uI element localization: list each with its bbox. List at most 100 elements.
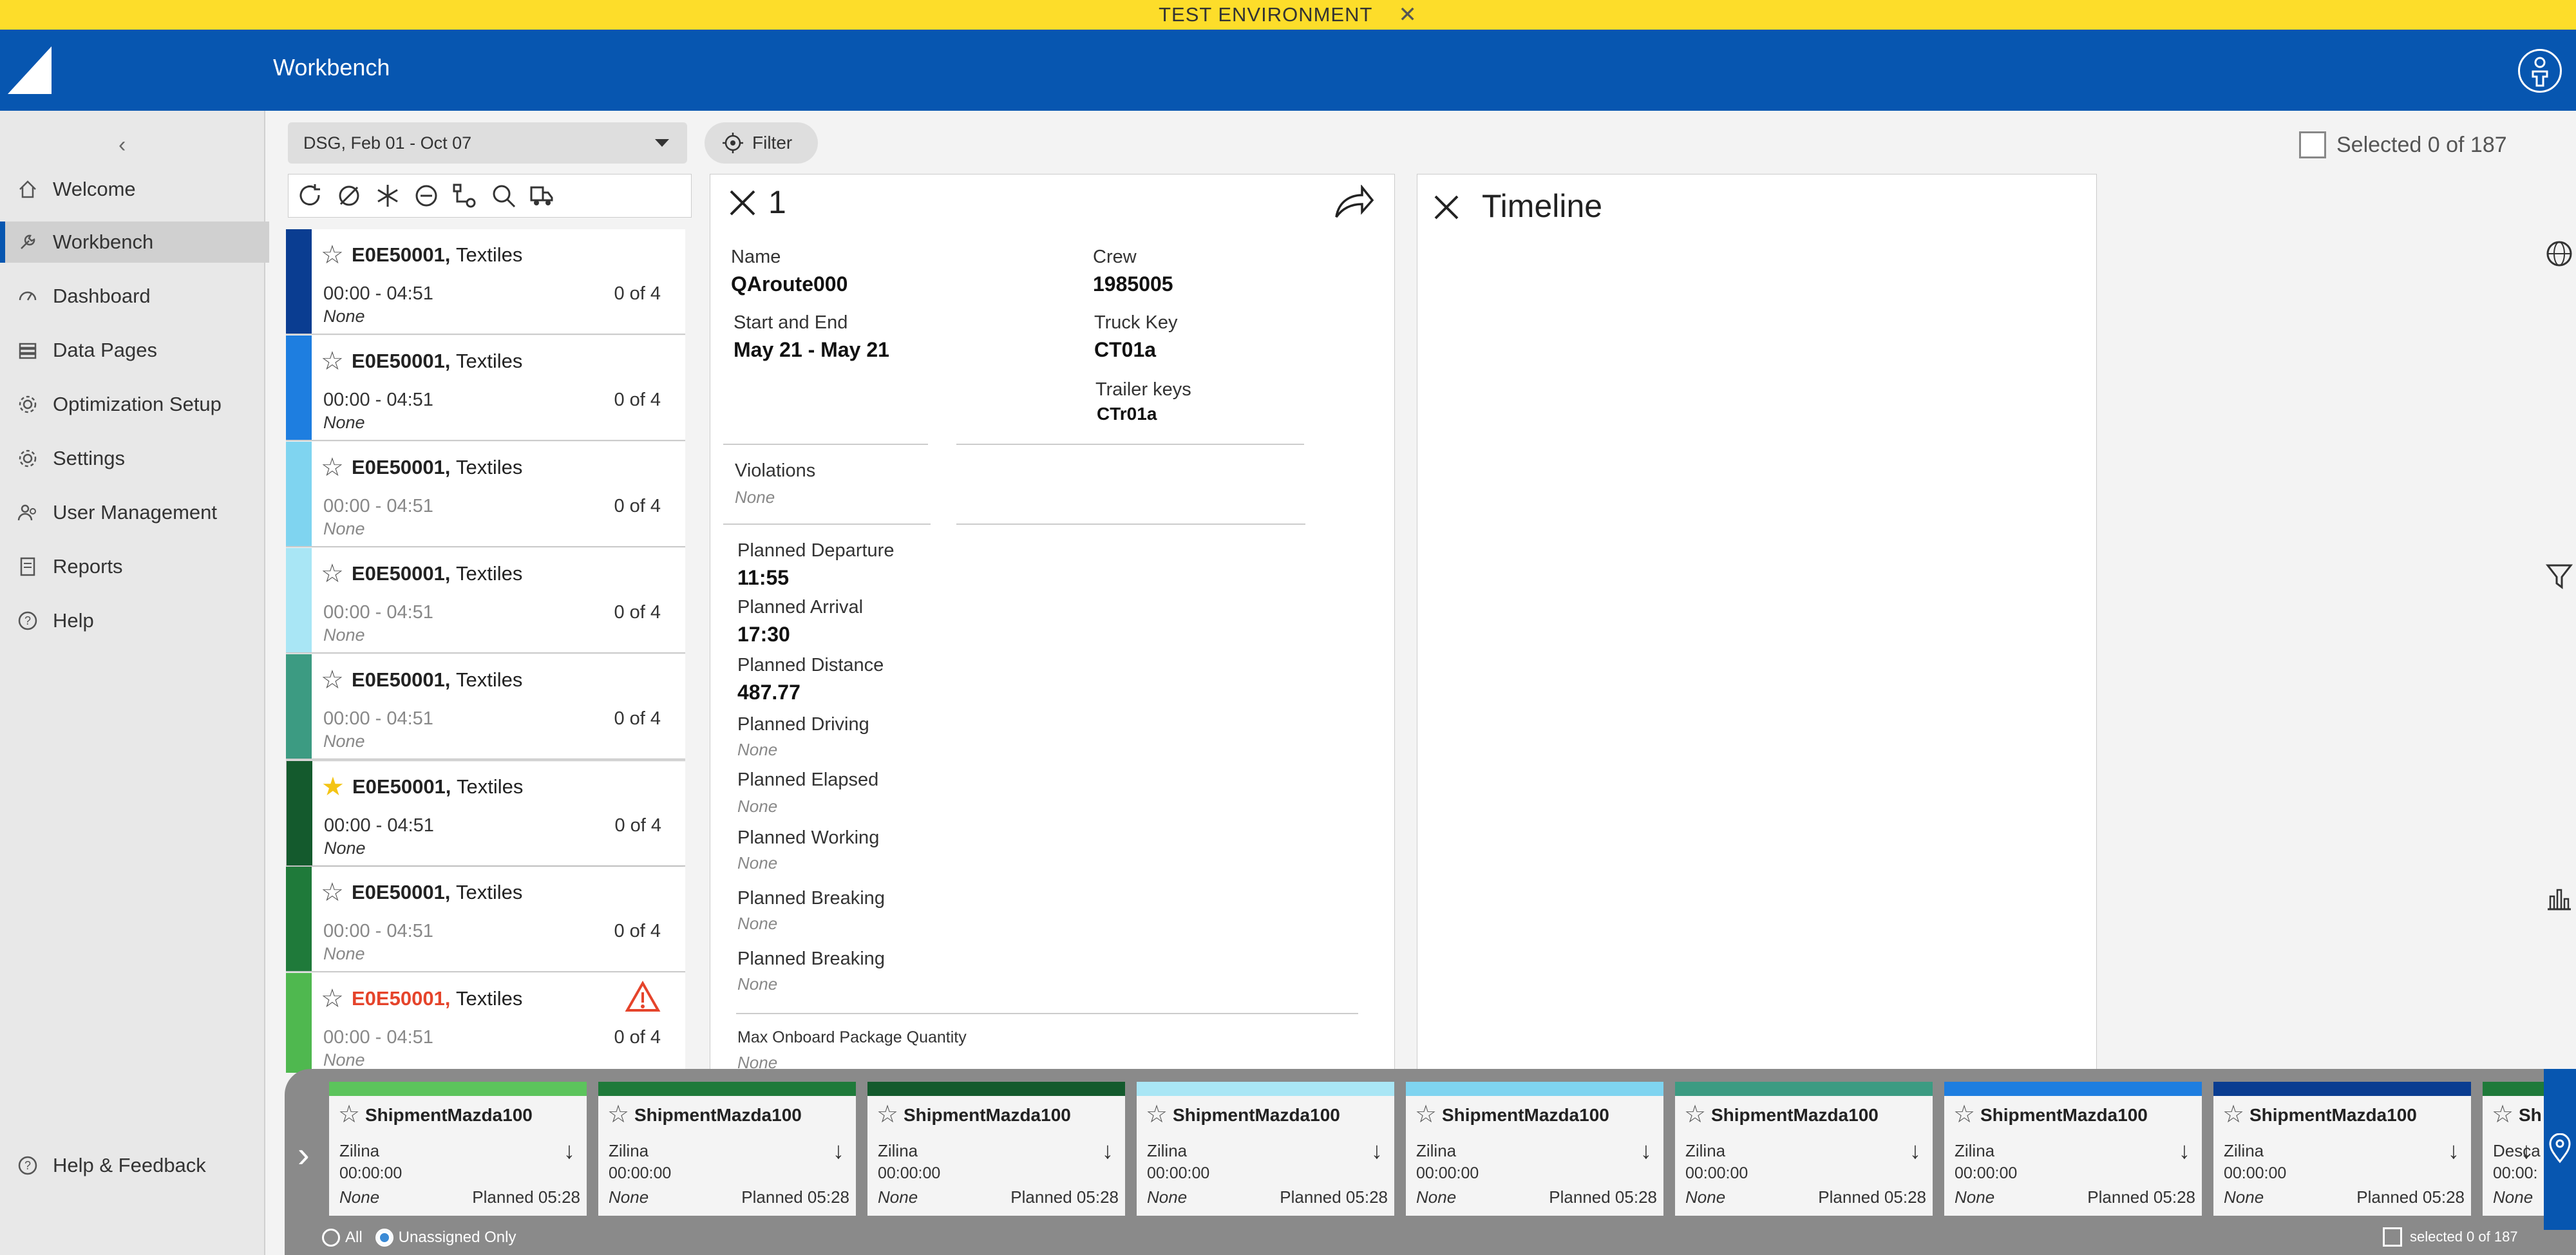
shipment-card[interactable]: ☆ ShipmentMazda100 Zilina ↓ 00:00:00 None Plan… (867, 1082, 1125, 1216)
arrow-down-icon[interactable]: ↓ (2179, 1137, 2190, 1164)
sidebar-item-settings[interactable]: Settings (0, 438, 264, 479)
arrow-down-icon[interactable]: ↓ (564, 1137, 575, 1164)
truck-key-label: Truck Key (1094, 312, 1178, 333)
sidebar-item-workbench[interactable]: Workbench (0, 222, 269, 263)
shipment-color-bar (2483, 1082, 2544, 1096)
star-icon[interactable]: ☆ (321, 348, 344, 374)
route-count: 0 of 4 (614, 602, 661, 623)
shipment-time: 00:00:00 (2224, 1164, 2287, 1182)
sidebar-item-optimization-setup[interactable]: Optimization Setup (0, 384, 264, 425)
select-all-checkbox[interactable] (2299, 131, 2326, 158)
gear-icon (15, 392, 40, 417)
unassigned-only-radio[interactable] (375, 1229, 393, 1247)
arrow-down-icon[interactable]: ↓ (1371, 1137, 1383, 1164)
shipment-card[interactable]: ☆ ShipmentMazda100 Zilina ↓ 00:00:00 None Plan… (1406, 1082, 1663, 1216)
sidebar-item-label: Welcome (53, 178, 136, 200)
star-icon[interactable]: ☆ (338, 1100, 360, 1129)
location-pin-icon[interactable] (2546, 1133, 2573, 1164)
shipment-planned: Planned 05:28 (1549, 1187, 1657, 1207)
star-icon[interactable]: ☆ (607, 1100, 629, 1129)
bar-chart-icon[interactable] (2545, 883, 2573, 912)
planned-distance-value: 487.77 (737, 681, 800, 704)
arrow-down-icon[interactable]: ↓ (1909, 1137, 1921, 1164)
sidebar-item-help[interactable]: ? Help (0, 600, 264, 641)
filter-button[interactable]: Filter (705, 122, 818, 164)
close-banner-icon[interactable]: ✕ (1398, 2, 1417, 28)
test-environment-banner: TEST ENVIRONMENT ✕ (0, 0, 2576, 30)
sidebar-item-help-feedback[interactable]: ? Help & Feedback (0, 1145, 264, 1186)
arrow-down-icon[interactable]: ↓ (1640, 1137, 1652, 1164)
route-card[interactable]: ☆ E0E50001, Textiles 00:00 - 04:51 0 of 4 No… (286, 548, 685, 654)
star-icon[interactable]: ☆ (2222, 1100, 2244, 1129)
star-icon[interactable]: ☆ (321, 242, 344, 268)
star-icon[interactable]: ☆ (876, 1100, 898, 1129)
shipment-card[interactable]: ☆ ShipmentMazda100 Zilina ↓ 00:00:00 None Plan… (598, 1082, 856, 1216)
tray-select-checkbox[interactable] (2383, 1227, 2402, 1247)
close-icon[interactable] (728, 189, 757, 217)
route-card[interactable]: ☆ E0E50001, Textiles 00:00 - 04:51 0 of 4 No… (286, 335, 685, 441)
collapse-sidebar-icon[interactable]: ‹ (118, 133, 126, 158)
expand-tray-icon[interactable]: › (298, 1133, 310, 1175)
truck-settings-icon[interactable] (526, 179, 559, 212)
route-card[interactable]: ☆ E0E50001, Textiles 00:00 - 04:51 0 of 4 No… (286, 867, 685, 972)
start-end-label: Start and End (734, 312, 848, 333)
star-icon[interactable]: ☆ (1684, 1100, 1706, 1129)
wrench-icon (15, 230, 40, 254)
date-range-select[interactable]: DSG, Feb 01 - Oct 07 (288, 122, 687, 164)
globe-icon[interactable] (2545, 240, 2573, 268)
sidebar-item-user-management[interactable]: User Management (0, 492, 264, 533)
route-card[interactable]: ☆ E0E50001, Textiles 00:00 - 04:51 0 of 4 No… (286, 442, 685, 547)
route-card[interactable]: ☆ E0E50001, Textiles 00:00 - 04:51 0 of 4 No… (286, 973, 685, 1073)
route-card[interactable]: ★ E0E50001, Textiles 00:00 - 04:51 0 of 4 No… (286, 760, 685, 866)
star-icon[interactable]: ☆ (1953, 1100, 1975, 1129)
sidebar-item-reports[interactable]: Reports (0, 546, 264, 587)
close-icon[interactable] (1433, 194, 1460, 221)
shipment-card[interactable]: ☆ ShipmentMazda100 Zilina ↓ 00:00:00 None Plan… (329, 1082, 587, 1216)
shipment-city: Zilina (1147, 1141, 1188, 1160)
shipment-name: ShipmentMazda100 (2249, 1105, 2417, 1125)
shipment-city: Desca (2493, 1141, 2541, 1160)
route-swap-icon[interactable] (448, 179, 482, 212)
shipment-time: 00:00: (2493, 1164, 2538, 1182)
user-icon[interactable] (2518, 49, 2562, 93)
shipment-card[interactable]: ☆ ShipmentMazda100 Zilina ↓ 00:00:00 None Plan… (2213, 1082, 2471, 1216)
compass-off-icon[interactable] (332, 179, 366, 212)
arrow-down-icon[interactable]: ↓ (1102, 1137, 1113, 1164)
share-icon[interactable] (1332, 185, 1375, 221)
divider (723, 444, 928, 445)
shipment-time: 00:00:00 (1955, 1164, 2018, 1182)
sidebar-item-label: User Management (53, 501, 218, 524)
sidebar-item-welcome[interactable]: Welcome (0, 169, 264, 210)
star-icon[interactable]: ☆ (321, 667, 344, 693)
arrow-down-icon[interactable]: ↓ (2521, 1137, 2532, 1164)
filter-icon[interactable] (2545, 561, 2573, 590)
arrow-down-icon[interactable]: ↓ (2448, 1137, 2459, 1164)
route-time: 00:00 - 04:51 (323, 602, 433, 623)
snowflake-icon[interactable] (371, 179, 404, 212)
minus-circle-icon[interactable] (410, 179, 443, 212)
star-icon[interactable]: ☆ (1146, 1100, 1168, 1129)
star-icon[interactable]: ☆ (1415, 1100, 1437, 1129)
star-filled-icon[interactable]: ★ (321, 774, 345, 800)
shipment-card[interactable]: ☆ ShipmentMazda100 Zilina ↓ 00:00:00 None Plan… (1137, 1082, 1394, 1216)
shipment-card[interactable]: ☆ ShipmentMazda100 Zilina ↓ 00:00:00 None Plan… (1675, 1082, 1933, 1216)
shipment-planned: Planned 05:28 (741, 1187, 849, 1207)
home-icon (15, 177, 40, 202)
route-card[interactable]: ☆ E0E50001, Textiles 00:00 - 04:51 0 of 4 No… (286, 654, 685, 760)
search-settings-icon[interactable] (487, 179, 520, 212)
sidebar-item-data-pages[interactable]: Data Pages (0, 330, 264, 371)
arrow-down-icon[interactable]: ↓ (833, 1137, 844, 1164)
star-icon[interactable]: ☆ (321, 561, 344, 587)
all-label: All (345, 1229, 363, 1246)
star-icon[interactable]: ☆ (321, 986, 344, 1012)
star-icon[interactable]: ☆ (321, 880, 344, 905)
all-radio[interactable] (322, 1229, 340, 1247)
refresh-icon[interactable] (294, 179, 327, 212)
sidebar-item-dashboard[interactable]: Dashboard (0, 276, 264, 317)
route-card[interactable]: ☆ E0E50001, Textiles 00:00 - 04:51 0 of 4 No… (286, 229, 685, 335)
crew-value: 1985005 (1093, 272, 1173, 296)
star-icon[interactable]: ☆ (321, 455, 344, 480)
shipment-card[interactable]: ☆ ShipmentMazda100 Zilina ↓ 00:00:00 None Plan… (1944, 1082, 2202, 1216)
shipment-card[interactable]: ☆ Sh Desca ↓ 00:00: None (2483, 1082, 2544, 1216)
star-icon[interactable]: ☆ (2492, 1100, 2514, 1129)
